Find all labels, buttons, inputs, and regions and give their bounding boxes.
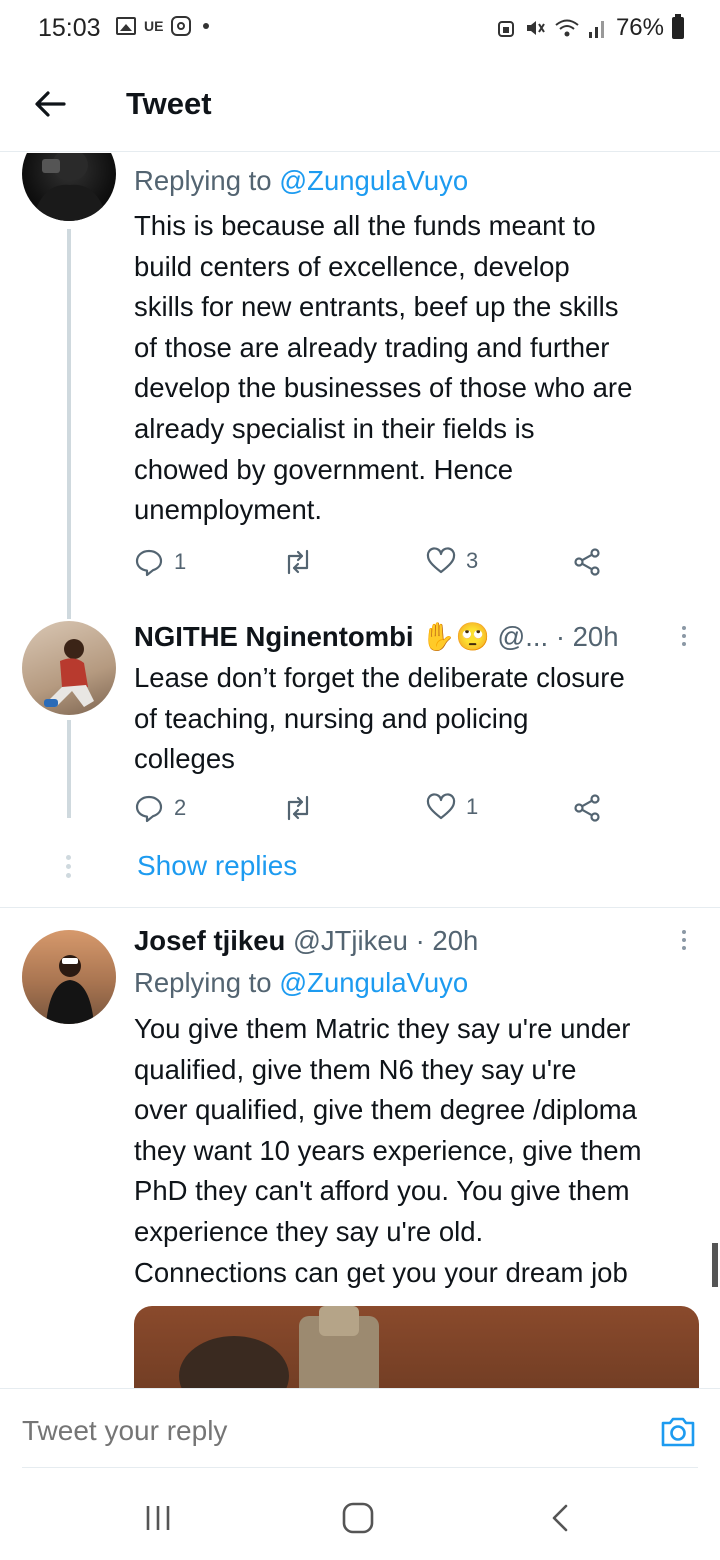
reply-button[interactable]: 1	[134, 547, 186, 577]
scroll-indicator[interactable]	[712, 1243, 718, 1287]
replying-handle[interactable]: @ZungulaVuyo	[279, 967, 468, 998]
reply-icon	[135, 795, 163, 823]
tweet-text: This is because all the funds meant to b…	[134, 210, 633, 526]
camera-button[interactable]	[658, 1411, 698, 1451]
replying-to: Replying to @ZungulaVuyo	[134, 967, 469, 998]
avatar[interactable]	[22, 153, 116, 221]
home-icon	[342, 1502, 374, 1534]
avatar[interactable]	[22, 621, 116, 715]
retweet-icon	[287, 549, 309, 575]
more-options-button[interactable]	[682, 626, 688, 646]
carrier-label: UE	[144, 18, 164, 34]
system-nav-bar	[0, 1468, 720, 1560]
mute-icon	[526, 21, 545, 35]
heart-icon	[426, 547, 456, 574]
heart-icon	[426, 793, 456, 820]
share-icon	[574, 548, 600, 576]
camera-icon	[661, 1417, 695, 1447]
reply-input[interactable]	[22, 1415, 622, 1447]
dot-icon	[203, 23, 210, 29]
author-name[interactable]: Josef tjikeu	[134, 925, 285, 956]
tweet-text: Lease don’t forget the deliberate closur…	[134, 662, 625, 775]
instagram-icon	[171, 16, 192, 36]
tweet-time: · 20h	[555, 621, 619, 652]
top-bar: Tweet	[0, 56, 720, 152]
reply-icon	[135, 549, 163, 577]
reply-button[interactable]: 2	[134, 793, 186, 823]
back-button[interactable]	[30, 84, 70, 124]
status-left-icons: UE	[116, 16, 210, 36]
back-nav-button[interactable]	[540, 1498, 580, 1538]
more-options-button[interactable]	[682, 930, 688, 950]
thread-line	[67, 229, 71, 619]
reply-composer	[0, 1388, 720, 1468]
author-handle[interactable]: @JTjikeu	[293, 925, 408, 956]
thread-line	[67, 720, 71, 818]
tweet-author[interactable]: Josef tjikeu @JTjikeu · 20h	[134, 925, 478, 957]
status-bar: 15:03 UE 76%	[0, 0, 720, 56]
battery-icon	[672, 14, 684, 39]
status-right-icons: 76%	[496, 14, 684, 42]
arrow-left-icon	[35, 91, 66, 117]
like-button[interactable]: 3	[426, 547, 478, 575]
recent-apps-button[interactable]	[138, 1498, 178, 1538]
share-button[interactable]	[572, 793, 602, 823]
alarm-icon	[497, 21, 514, 37]
retweet-icon	[287, 795, 309, 821]
tweet-time: · 20h	[415, 925, 479, 956]
recent-apps-icon	[146, 1506, 170, 1530]
tweet-media-image[interactable]	[134, 1306, 699, 1388]
battery-percent: 76%	[615, 14, 664, 41]
like-button[interactable]: 1	[426, 793, 478, 821]
tweet-actions: 2 1	[134, 793, 614, 829]
tweet-feed[interactable]: Replying to @ZungulaVuyo This is because…	[0, 153, 720, 1388]
home-button[interactable]	[338, 1498, 378, 1538]
signal-icon	[588, 21, 604, 38]
wifi-icon	[555, 19, 579, 37]
show-replies-link[interactable]: Show replies	[137, 850, 297, 882]
tweet-author[interactable]: NGITHE Nginentombi ✋🙄 @... · 20h	[134, 620, 619, 653]
status-time: 15:03	[38, 14, 101, 42]
avatar[interactable]	[22, 930, 116, 1024]
retweet-button[interactable]	[282, 793, 314, 823]
page-title: Tweet	[126, 86, 212, 121]
back-icon	[552, 1504, 568, 1532]
divider	[0, 907, 720, 908]
retweet-button[interactable]	[282, 547, 314, 577]
replying-to: Replying to @ZungulaVuyo	[134, 165, 469, 196]
thread-continuation-dots	[66, 855, 71, 878]
tweet-text: You give them Matric they say u're under…	[134, 1013, 642, 1288]
author-emojis: ✋🙄	[421, 621, 490, 652]
author-handle[interactable]: @...	[497, 621, 548, 652]
share-icon	[574, 794, 600, 822]
author-name[interactable]: NGITHE Nginentombi	[134, 621, 414, 652]
replying-handle[interactable]: @ZungulaVuyo	[279, 165, 468, 196]
tweet-actions: 1 3	[134, 547, 614, 583]
share-button[interactable]	[572, 547, 602, 577]
gallery-icon	[116, 17, 136, 35]
